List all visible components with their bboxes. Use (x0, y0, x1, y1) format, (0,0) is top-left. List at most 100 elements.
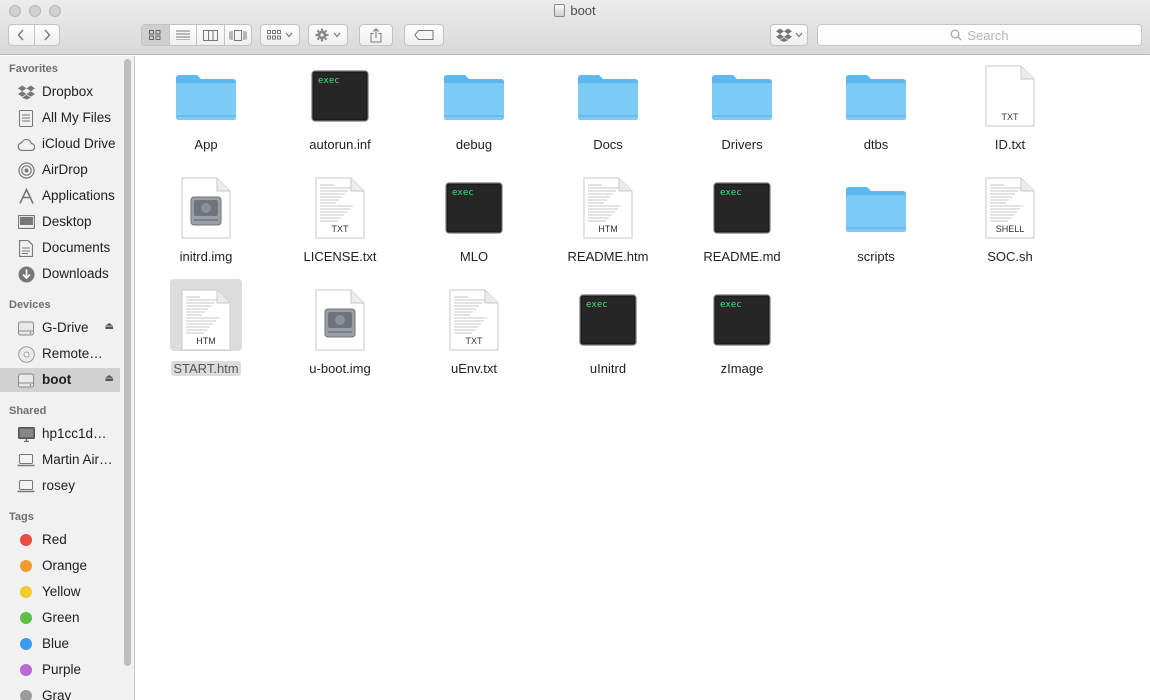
dropbox-icon (17, 83, 35, 101)
file-item-soc-sh[interactable]: SHELL SOC.sh (950, 172, 1070, 282)
file-name-label: autorun.inf (309, 137, 371, 152)
executable-icon: exec (548, 288, 668, 352)
file-item-u-boot-img[interactable]: u-boot.img (280, 284, 400, 394)
sidebar-item-label: Applications (42, 188, 115, 203)
sidebar-tag-orange[interactable]: Orange (0, 554, 120, 578)
file-item-readme-md[interactable]: exec README.md (682, 172, 802, 282)
sidebar-item-boot[interactable]: boot ⏏ (0, 368, 120, 392)
coverflow-view-button[interactable] (225, 25, 252, 45)
file-item-autorun-inf[interactable]: exec autorun.inf (280, 60, 400, 170)
sidebar-tag-gray[interactable]: Gray (0, 684, 120, 700)
grid-icon (149, 30, 161, 40)
tag-color-dot-icon (17, 557, 35, 575)
search-icon (950, 29, 962, 41)
file-name-label: uEnv.txt (450, 361, 497, 376)
folder-icon (816, 64, 936, 128)
sidebar-tag-green[interactable]: Green (0, 606, 120, 630)
file-item-license-txt[interactable]: TXT LICENSE.txt (280, 172, 400, 282)
sidebar-item-label: Remote… (42, 346, 103, 361)
file-item-app[interactable]: App (146, 60, 266, 170)
svg-text:HTM: HTM (598, 224, 618, 234)
file-item-scripts[interactable]: scripts (816, 172, 936, 282)
icon-view-button[interactable] (142, 25, 170, 45)
sidebar-item-icloud-drive[interactable]: iCloud Drive (0, 132, 120, 156)
sidebar-heading-shared: Shared (9, 405, 47, 417)
list-view-button[interactable] (170, 25, 197, 45)
sidebar-item-rosey[interactable]: rosey (0, 474, 120, 498)
sidebar-item-g-drive[interactable]: G-Drive ⏏ (0, 316, 120, 340)
file-item-dtbs[interactable]: dtbs (816, 60, 936, 170)
text-document-icon: SHELL (950, 176, 1070, 240)
folder-icon (146, 64, 266, 128)
file-item-uinitrd[interactable]: exec uInitrd (548, 284, 668, 394)
sidebar-tag-purple[interactable]: Purple (0, 658, 120, 682)
eject-icon[interactable]: ⏏ (105, 321, 114, 332)
sidebar-tag-label: Purple (42, 662, 82, 677)
file-item-id-txt[interactable]: TXT ID.txt (950, 60, 1070, 170)
file-name-label: ID.txt (994, 137, 1026, 152)
file-item-drivers[interactable]: Drivers (682, 60, 802, 170)
file-name-label: MLO (459, 249, 489, 264)
file-item-start-htm[interactable]: HTM START.htm (146, 279, 266, 394)
action-menu-button[interactable] (308, 24, 348, 46)
list-icon (175, 30, 190, 40)
chevron-right-icon (44, 29, 51, 41)
file-item-uenv-txt[interactable]: TXT uEnv.txt (414, 284, 534, 394)
column-view-button[interactable] (197, 25, 225, 45)
sidebar-item-documents[interactable]: Documents (0, 236, 120, 260)
file-item-mlo[interactable]: exec MLO (414, 172, 534, 282)
file-name-label: START.htm (171, 361, 241, 376)
executable-icon: exec (280, 64, 400, 128)
text-document-icon: TXT (950, 64, 1070, 128)
arrange-menu-button[interactable] (260, 24, 300, 46)
nav-back-forward (8, 24, 60, 46)
laptop-icon (17, 477, 35, 495)
view-mode-selector (141, 24, 252, 46)
applications-icon (17, 187, 35, 205)
text-document-icon: TXT (414, 288, 534, 352)
sidebar-tag-yellow[interactable]: Yellow (0, 580, 120, 604)
svg-text:exec: exec (586, 300, 608, 310)
sidebar-tag-red[interactable]: Red (0, 528, 120, 552)
sidebar-item-remote-[interactable]: Remote… (0, 342, 120, 366)
back-button[interactable] (9, 25, 35, 45)
share-button[interactable] (359, 24, 393, 46)
forward-button[interactable] (35, 25, 60, 45)
svg-text:TXT: TXT (1002, 112, 1020, 122)
disc-icon (17, 345, 35, 363)
desktop-icon (17, 213, 35, 231)
arrange-grid-icon (267, 30, 281, 40)
sidebar-item-martin-air-[interactable]: Martin Air… (0, 448, 120, 472)
edit-tags-button[interactable] (404, 24, 444, 46)
sidebar-item-hp1cc1d-[interactable]: hp1cc1d… (0, 422, 120, 446)
drive-icon (554, 4, 566, 17)
sidebar-item-all-my-files[interactable]: All My Files (0, 106, 120, 130)
sidebar-item-airdrop[interactable]: AirDrop (0, 158, 120, 182)
text-document-icon: HTM (146, 288, 266, 352)
sidebar-item-label: boot (42, 372, 72, 387)
sidebar-item-dropbox[interactable]: Dropbox (0, 80, 120, 104)
sidebar-tag-blue[interactable]: Blue (0, 632, 120, 656)
file-item-readme-htm[interactable]: HTM README.htm (548, 172, 668, 282)
sidebar-item-desktop[interactable]: Desktop (0, 210, 120, 234)
file-item-initrd-img[interactable]: initrd.img (146, 172, 266, 282)
sidebar-item-label: All My Files (42, 110, 112, 125)
airdrop-icon (17, 161, 35, 179)
sidebar-item-label: iCloud Drive (42, 136, 116, 151)
window-title: boot (0, 3, 1150, 18)
tag-color-dot-icon (17, 531, 35, 549)
sidebar-item-downloads[interactable]: Downloads (0, 262, 120, 286)
coverflow-icon (229, 29, 247, 41)
file-item-zimage[interactable]: exec zImage (682, 284, 802, 394)
sidebar-scrollbar[interactable] (124, 59, 131, 666)
file-item-docs[interactable]: Docs (548, 60, 668, 170)
sidebar-item-applications[interactable]: Applications (0, 184, 120, 208)
documents-icon (17, 239, 35, 257)
file-item-debug[interactable]: debug (414, 60, 534, 170)
eject-icon[interactable]: ⏏ (105, 373, 114, 384)
search-field[interactable]: Search (817, 24, 1142, 46)
svg-text:SHELL: SHELL (996, 224, 1025, 234)
text-document-icon: TXT (280, 176, 400, 240)
dropbox-menu-button[interactable] (770, 24, 808, 46)
search-placeholder: Search (967, 27, 1009, 43)
